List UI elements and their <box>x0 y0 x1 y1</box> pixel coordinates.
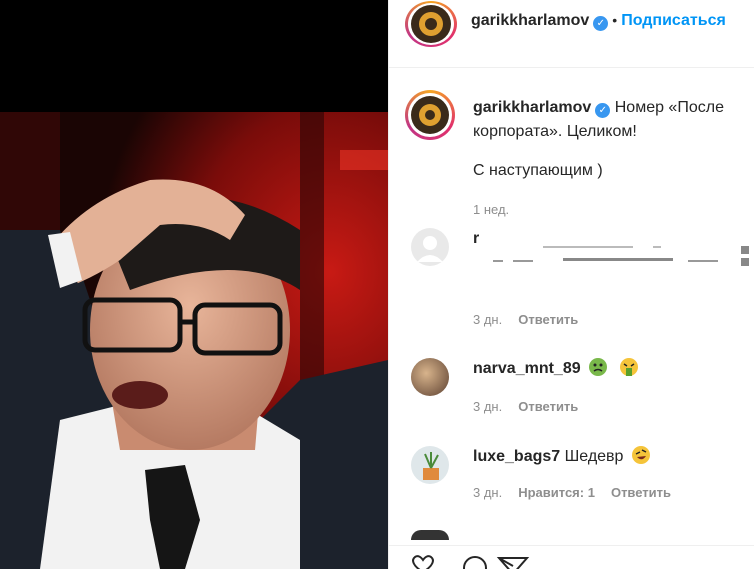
comment-row: narva_mnt_89 <box>473 358 638 380</box>
caption-author-avatar[interactable] <box>405 90 455 140</box>
comment-row: luxe_bags7 Шедевр <box>473 446 650 468</box>
action-bar <box>412 555 530 569</box>
comment-time[interactable]: 3 дн. <box>473 312 502 327</box>
vomiting-face-icon <box>619 358 638 376</box>
reply-button[interactable]: Ответить <box>518 399 578 414</box>
comment-time[interactable]: 3 дн. <box>473 485 502 500</box>
comment-meta: 3 дн. Ответить <box>473 312 578 327</box>
post-side-panel: garikkharlamov ✓ • Подписаться garikkharlam… <box>388 0 754 569</box>
post-caption: garikkharlamov ✓ Номер «После корпората».… <box>473 96 748 144</box>
actions-divider <box>389 545 754 546</box>
follow-button[interactable]: Подписаться <box>621 12 726 29</box>
caption-time[interactable]: 1 нед. <box>473 202 509 217</box>
reply-button[interactable]: Ответить <box>518 312 578 327</box>
post-photo <box>0 0 388 569</box>
author-username[interactable]: garikkharlamov <box>471 12 589 29</box>
post-header: garikkharlamov ✓ • Подписаться <box>389 0 754 68</box>
comment-avatar[interactable] <box>411 446 449 484</box>
plant-pot-icon <box>423 452 439 480</box>
comment-username[interactable]: luxe_bags7 <box>473 448 560 465</box>
rolling-laughing-face-icon <box>631 446 650 464</box>
likes-count[interactable]: Нравится: 1 <box>518 485 595 500</box>
comment-avatar[interactable] <box>411 530 449 540</box>
comment-meta: 3 дн. Нравится: 1 Ответить <box>473 485 671 500</box>
default-avatar-icon <box>417 236 443 262</box>
comment-username[interactable]: narva_mnt_89 <box>473 360 581 377</box>
obscured-text-fragments <box>493 246 749 266</box>
verified-badge-icon: ✓ <box>593 16 609 31</box>
verified-badge-icon: ✓ <box>595 103 611 118</box>
post-media[interactable] <box>0 0 388 569</box>
caption-username[interactable]: garikkharlamov <box>473 99 591 116</box>
author-avatar[interactable] <box>405 1 457 47</box>
comment-avatar[interactable] <box>411 228 449 266</box>
caption-extra-line: С наступающим ) <box>473 162 603 179</box>
reply-button[interactable]: Ответить <box>611 485 671 500</box>
bulldog-logo-icon <box>419 12 443 36</box>
comment-icon[interactable] <box>463 556 487 569</box>
comment-time[interactable]: 3 дн. <box>473 399 502 414</box>
bulldog-logo-icon <box>419 104 441 126</box>
share-icon[interactable] <box>496 557 530 569</box>
comment-avatar[interactable] <box>411 358 449 396</box>
comment-obscured-text <box>473 244 754 266</box>
comment-text: Шедевр <box>564 448 624 465</box>
caption-meta: 1 нед. <box>473 202 509 217</box>
heart-icon[interactable] <box>412 555 434 569</box>
comment-meta: 3 дн. Ответить <box>473 399 578 414</box>
header-separator: • <box>612 12 618 28</box>
nauseated-face-icon <box>589 358 608 376</box>
